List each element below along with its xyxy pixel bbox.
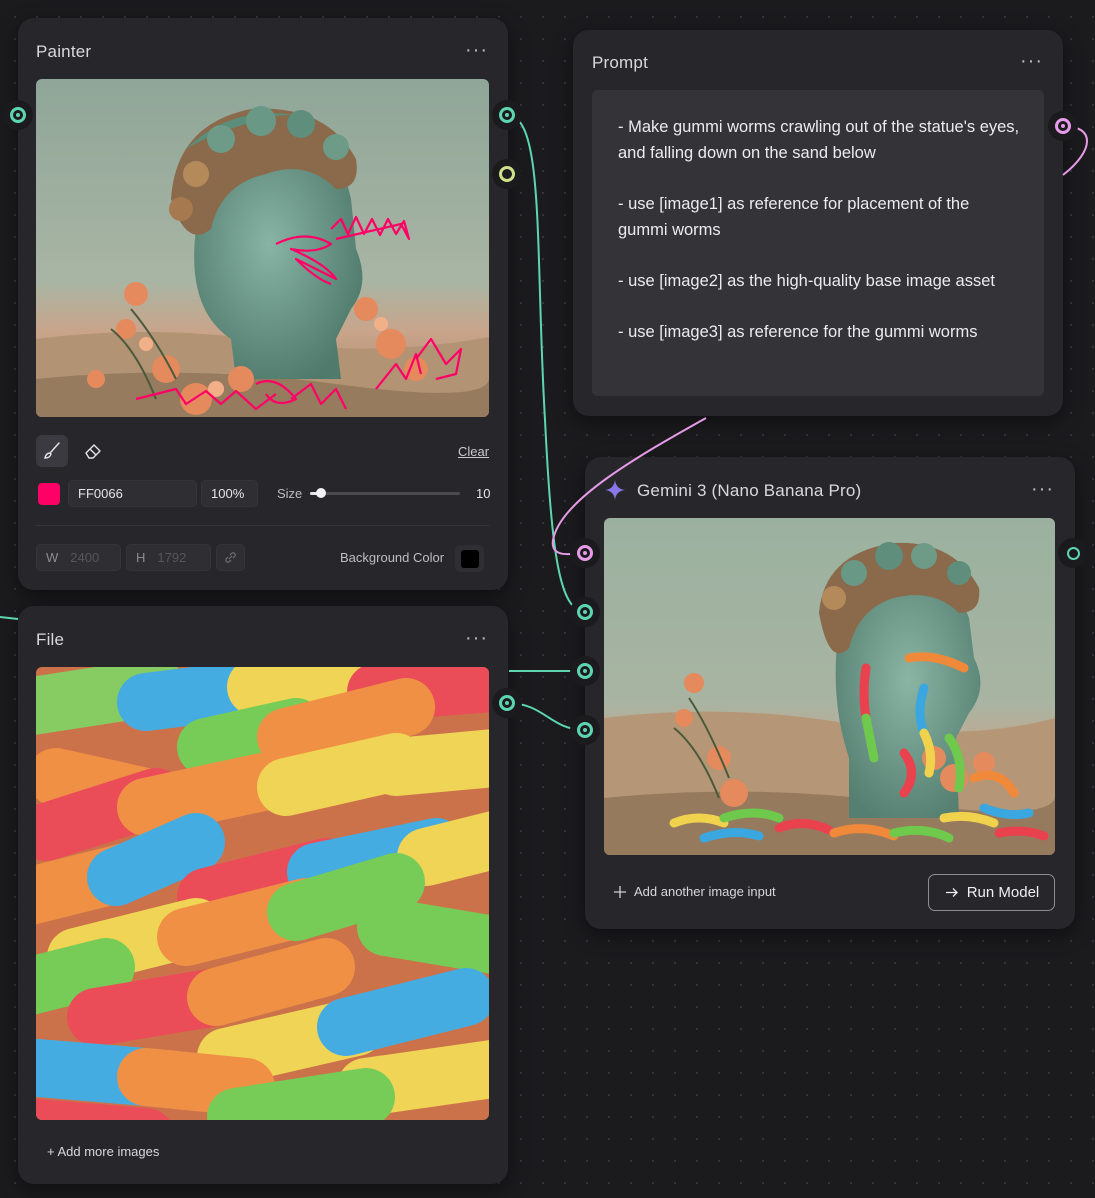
model-output-image[interactable] (604, 518, 1055, 855)
size-slider[interactable] (310, 488, 460, 498)
brush-tool-button[interactable] (36, 435, 68, 467)
height-value: 1792 (157, 550, 187, 565)
file-image[interactable] (36, 667, 489, 1120)
model-input-port-image3[interactable] (570, 715, 600, 745)
prompt-line: - use [image3] as reference for the gumm… (618, 323, 978, 341)
file-output-port[interactable] (492, 688, 522, 718)
width-label: W (46, 550, 59, 565)
background-color-fill (460, 549, 479, 568)
file-title: File (36, 630, 65, 649)
plus-icon (614, 885, 626, 898)
model-node[interactable]: Gemini 3 (Nano Banana Pro) ··· Add anoth… (585, 457, 1075, 929)
file-menu-button[interactable]: ··· (465, 628, 488, 648)
run-model-label: Run Model (966, 884, 1040, 901)
background-color-label: Background Color (340, 550, 445, 565)
prompt-text-area[interactable]: - Make gummi worms crawling out of the s… (592, 90, 1044, 396)
gummy-worms-image[interactable] (36, 667, 489, 1120)
model-menu-button[interactable]: ··· (1031, 479, 1054, 499)
background-color-swatch[interactable] (455, 545, 484, 572)
opacity-input[interactable]: 100% (201, 480, 258, 507)
add-image-input-button[interactable]: Add another image input (613, 884, 776, 899)
width-value: 2400 (70, 550, 100, 565)
prompt-line: - use [image2] as the high-quality base … (618, 272, 995, 290)
brush-color-swatch[interactable] (38, 483, 60, 505)
prompt-node[interactable]: Prompt ··· - Make gummi worms crawling o… (573, 30, 1063, 416)
size-value: 10 (476, 486, 491, 501)
size-label: Size (277, 486, 303, 501)
prompt-output-port[interactable] (1048, 111, 1078, 141)
painter-title: Painter (36, 42, 92, 61)
size-slider-handle[interactable] (315, 488, 326, 498)
file-node[interactable]: File ··· + Add more images (18, 606, 508, 1184)
width-input[interactable]: W 2400 (36, 544, 121, 571)
prompt-line: - Make gummi worms crawling out of the s… (618, 118, 1020, 162)
painter-output-port-image[interactable] (492, 100, 522, 130)
painter-input-port[interactable] (3, 100, 33, 130)
painter-node[interactable]: Painter ··· Clear FF0066 100% Size 10 W … (18, 18, 508, 590)
model-input-port-prompt[interactable] (570, 538, 600, 568)
opacity-value: 100% (211, 486, 245, 501)
arrow-right-icon (945, 888, 958, 897)
generated-statue-image[interactable] (604, 518, 1055, 855)
color-hex-value: FF0066 (78, 486, 123, 501)
painter-canvas[interactable] (36, 79, 489, 417)
prompt-line: - use [image1] as reference for placemen… (618, 195, 970, 239)
painter-divider (36, 525, 489, 526)
sparkle-icon (605, 480, 625, 500)
model-output-port[interactable] (1058, 538, 1088, 568)
painter-menu-button[interactable]: ··· (465, 40, 488, 60)
link-icon (225, 552, 236, 563)
prompt-title: Prompt (592, 53, 648, 72)
link-dimensions-button[interactable] (216, 544, 245, 571)
clear-button[interactable]: Clear (458, 444, 489, 459)
height-label: H (136, 550, 146, 565)
color-hex-input[interactable]: FF0066 (68, 480, 197, 507)
wire-left-in (0, 616, 19, 620)
eraser-tool-button[interactable] (77, 435, 109, 467)
run-model-button[interactable]: Run Model (928, 874, 1055, 911)
model-input-port-image1[interactable] (570, 597, 600, 627)
add-image-input-label: Add another image input (634, 884, 776, 899)
height-input[interactable]: H 1792 (126, 544, 211, 571)
model-title: Gemini 3 (Nano Banana Pro) (637, 481, 862, 500)
painter-output-port-mask[interactable] (492, 159, 522, 189)
add-more-images-button[interactable]: + Add more images (47, 1144, 159, 1159)
statue-painting-image[interactable] (36, 79, 489, 417)
eraser-icon (85, 444, 101, 459)
brush-icon (44, 442, 60, 459)
model-input-port-image2[interactable] (570, 656, 600, 686)
prompt-menu-button[interactable]: ··· (1020, 51, 1043, 71)
